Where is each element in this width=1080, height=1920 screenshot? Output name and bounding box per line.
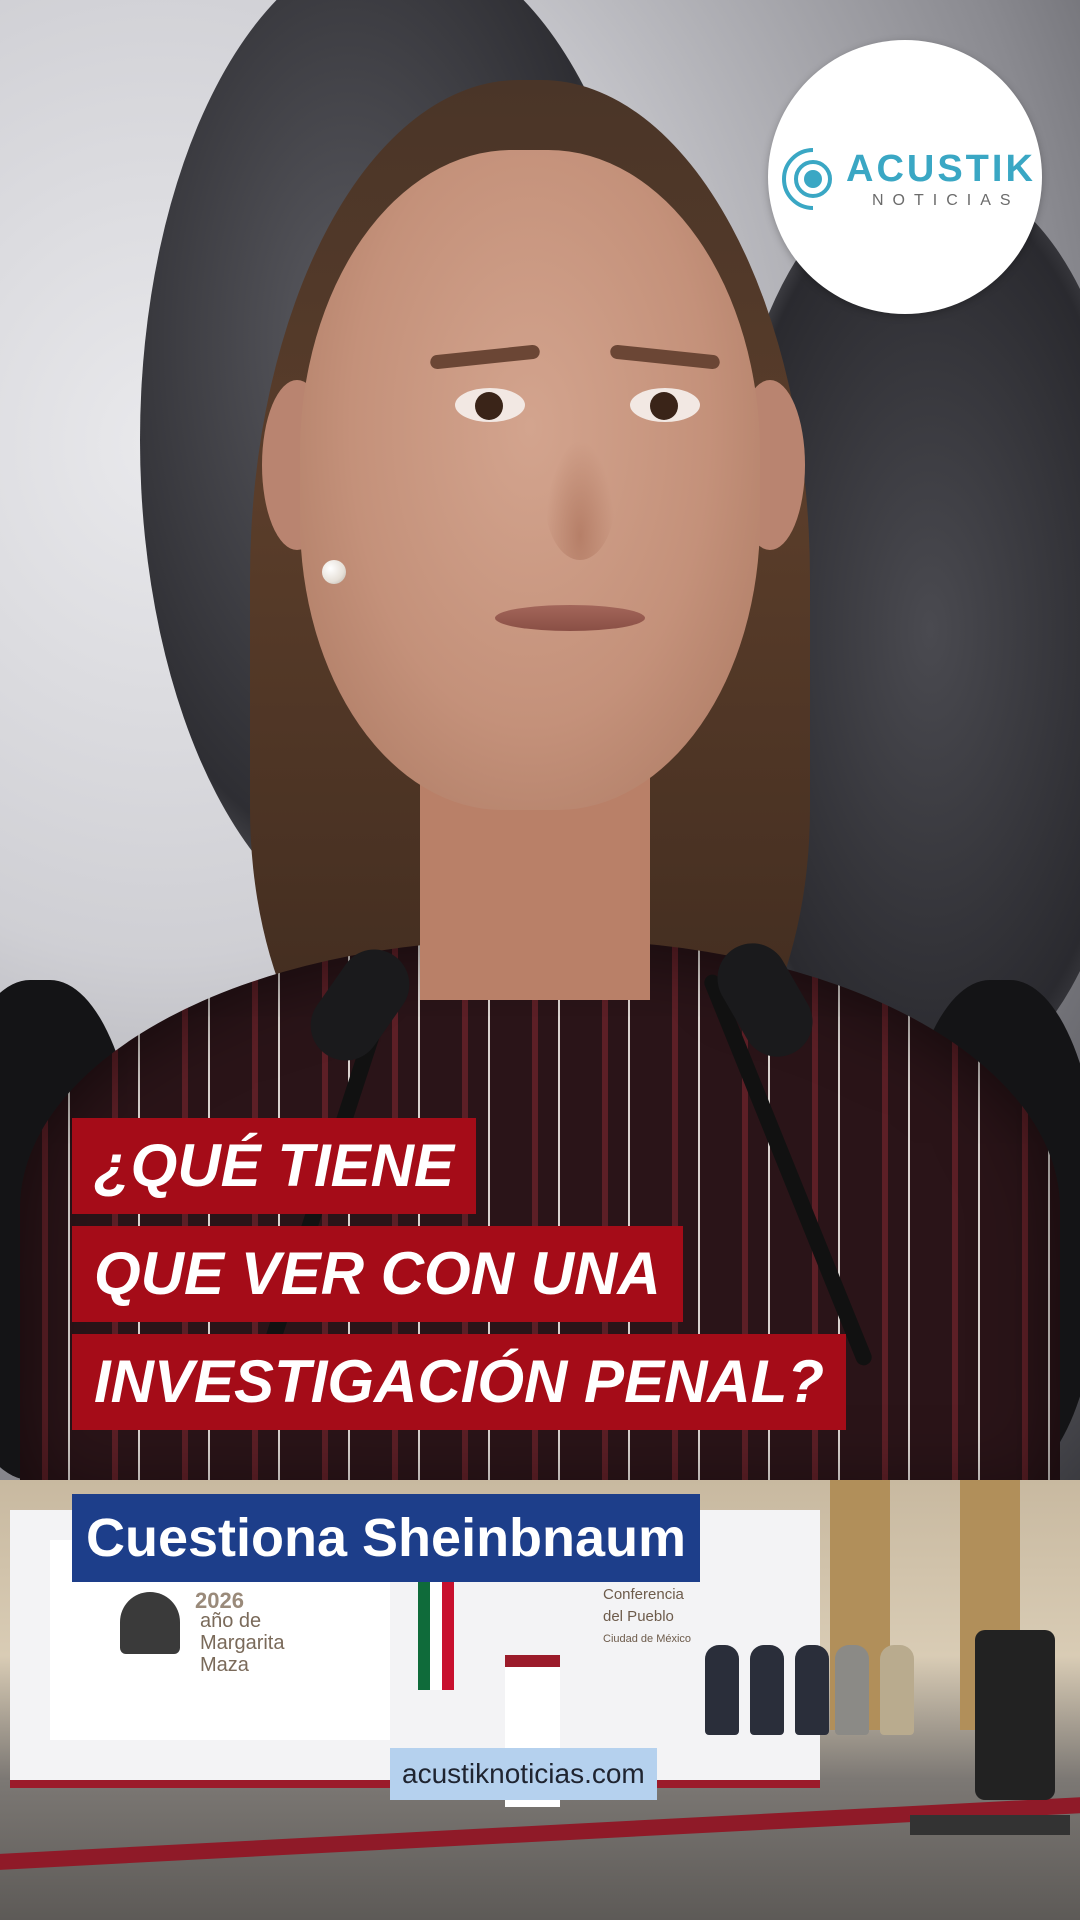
sound-wave-icon xyxy=(782,148,832,210)
sign-line: Margarita xyxy=(200,1632,285,1654)
seated-guest xyxy=(750,1645,784,1735)
mexico-flag xyxy=(418,1580,454,1690)
conference-line: Conferencia xyxy=(603,1586,684,1603)
speaker-eye-left xyxy=(455,388,525,422)
headline-line-3: INVESTIGACIÓN PENAL? xyxy=(72,1334,847,1430)
conference-sign: Conferencia del Pueblo Ciudad de México xyxy=(603,1584,703,1650)
website-label: acustiknoticias.com xyxy=(390,1748,657,1800)
sign-line: Maza xyxy=(200,1654,249,1676)
headline-line-2: QUE VER CON UNA xyxy=(72,1226,683,1322)
seated-guest xyxy=(880,1645,914,1735)
speaker-nose xyxy=(545,440,615,560)
speaker-mouth xyxy=(495,605,645,631)
logo-title: ACUSTIK xyxy=(846,148,1036,190)
seated-guest xyxy=(705,1645,739,1735)
logo-subtitle: NOTICIAS xyxy=(872,192,1020,209)
pearl-earring xyxy=(322,560,346,584)
headline-line-1: ¿QUÉ TIENE xyxy=(72,1118,477,1214)
video-frame: ACUSTIK NOTICIAS ¿QUÉ TIENE QUE VER CON … xyxy=(0,0,1080,1920)
sign-line: año de xyxy=(200,1610,262,1632)
sign-text: año de Margarita Maza xyxy=(200,1610,320,1676)
camera-operator xyxy=(975,1630,1055,1800)
seated-guest xyxy=(795,1645,829,1735)
conference-line: Ciudad de México xyxy=(603,1633,692,1645)
conference-line: del Pueblo xyxy=(603,1608,674,1625)
speaker-face xyxy=(300,150,760,810)
portrait-image xyxy=(120,1592,180,1654)
speaker-eye-right xyxy=(630,388,700,422)
seated-guest xyxy=(835,1645,869,1735)
acustik-logo: ACUSTIK NOTICIAS xyxy=(768,40,1042,314)
lower-third-caption: Cuestiona Sheinbnaum xyxy=(72,1494,701,1582)
camera-dolly xyxy=(910,1815,1070,1835)
